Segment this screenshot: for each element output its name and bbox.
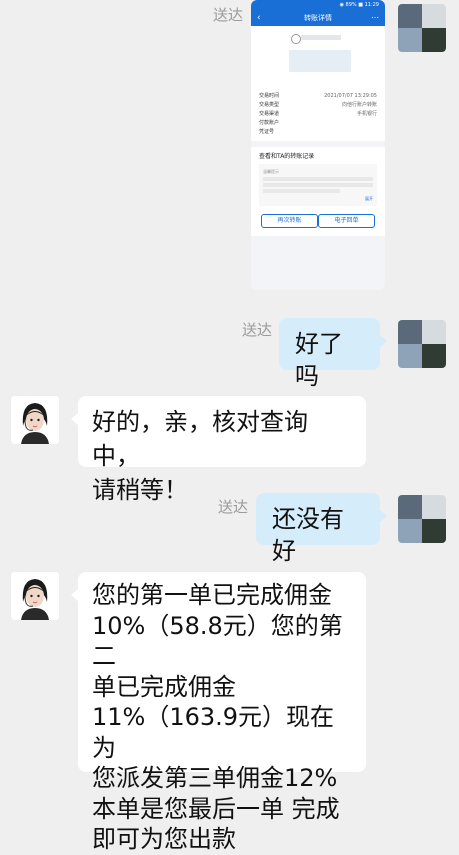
detail-row: 凭证号 bbox=[259, 129, 275, 135]
contact-avatar[interactable] bbox=[11, 572, 59, 620]
tip-expand-link[interactable]: 展开 bbox=[263, 195, 373, 202]
contact-message-bubble[interactable]: 好的，亲，核对查询中， 请稍等！ bbox=[71, 396, 366, 504]
detail-row: 付款账户 bbox=[259, 120, 280, 126]
tip-box: 温馨提示 展开 bbox=[259, 164, 377, 206]
masked-amount bbox=[289, 50, 351, 72]
screenshot-nav-bar: ‹ 转账详情 ⋯ bbox=[251, 10, 385, 26]
message-line: 您的第一单已完成佣金 bbox=[92, 581, 332, 609]
screenshot-status-bar: ◉ 89% ■ 11:29 bbox=[251, 0, 385, 10]
amount-card bbox=[251, 26, 385, 88]
tip-title: 温馨提示 bbox=[263, 169, 279, 174]
tip-line bbox=[263, 177, 373, 181]
transaction-details: 交易时间 2021/07/07 13:29:05 交易类型 向他行账户转账 交易渠道… bbox=[251, 88, 385, 141]
customer-service-avatar-icon bbox=[11, 396, 59, 444]
receipt-button[interactable]: 电子回单 bbox=[318, 214, 375, 228]
tip-line bbox=[263, 183, 373, 187]
screenshot-nav-title: 转账详情 bbox=[304, 14, 332, 22]
tip-line bbox=[263, 189, 340, 193]
detail-row: 交易渠道 手机银行 bbox=[259, 111, 377, 117]
transfer-record-section: 查看和TA的转账记录 温馨提示 展开 再次转账 电子回单 bbox=[251, 147, 385, 236]
message-text: 还没有好 bbox=[272, 505, 344, 565]
message-line: 您派发第三单佣金12% bbox=[92, 764, 338, 792]
section-title: 查看和TA的转账记录 bbox=[259, 153, 315, 160]
my-avatar[interactable] bbox=[398, 4, 446, 52]
message-text: 好了吗 bbox=[295, 330, 343, 390]
action-buttons: 再次转账 电子回单 bbox=[251, 206, 385, 228]
contact-avatar[interactable] bbox=[11, 396, 59, 444]
detail-row: 交易时间 2021/07/07 13:29:05 bbox=[259, 93, 377, 99]
message-line: 好的，亲，核对查询中， bbox=[92, 408, 308, 470]
transfer-screenshot-image[interactable]: ◉ 89% ■ 11:29 ‹ 转账详情 ⋯ 交易时间 2021/07/07 13… bbox=[251, 0, 385, 290]
my-message-bubble[interactable]: 好了吗 bbox=[279, 318, 387, 390]
retransfer-button[interactable]: 再次转账 bbox=[261, 214, 318, 228]
my-avatar[interactable] bbox=[398, 495, 446, 543]
my-avatar[interactable] bbox=[398, 320, 446, 368]
my-message-bubble[interactable]: 还没有好 bbox=[256, 493, 387, 565]
message-line: 11%（163.9元）现在为 bbox=[92, 703, 335, 762]
delivery-status: 送达 bbox=[218, 498, 249, 516]
bank-logo-icon bbox=[291, 34, 301, 44]
contact-message-bubble[interactable]: 您的第一单已完成佣金 10%（58.8元）您的第二 单已完成佣金 11%（163… bbox=[71, 572, 366, 853]
customer-service-avatar-icon bbox=[11, 572, 59, 620]
back-arrow-icon: ‹ bbox=[257, 13, 261, 23]
masked-payee bbox=[301, 35, 341, 40]
message-line: 即可为您出款 bbox=[92, 825, 236, 853]
message-line: 10%（58.8元）您的第二 bbox=[92, 611, 343, 671]
delivery-status: 送达 bbox=[242, 321, 273, 339]
message-line: 单已完成佣金 bbox=[92, 672, 236, 701]
message-line: 本单是您最后一单 完成 bbox=[92, 794, 340, 823]
delivery-status: 送达 bbox=[213, 6, 244, 24]
detail-row: 交易类型 向他行账户转账 bbox=[259, 102, 377, 108]
share-icon: ⋯ bbox=[371, 13, 379, 22]
